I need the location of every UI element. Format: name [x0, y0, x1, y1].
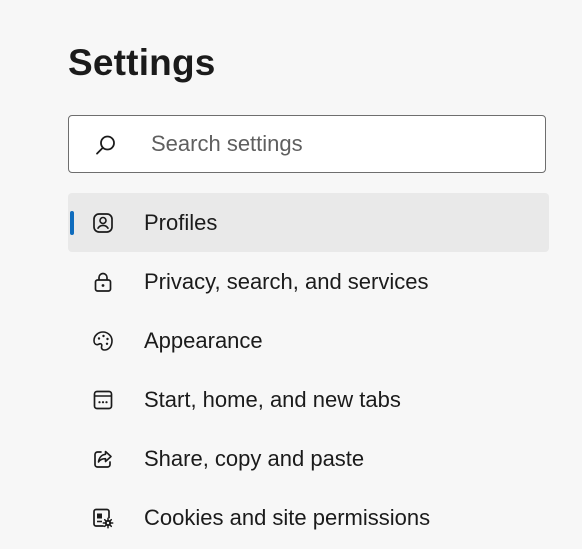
- sidebar-item-label: Cookies and site permissions: [144, 504, 431, 530]
- settings-nav: Profiles Privacy, search, and services A…: [68, 193, 549, 547]
- search-icon: [95, 134, 117, 156]
- sidebar-item-label: Profiles: [144, 209, 218, 235]
- palette-icon: [91, 329, 115, 353]
- selection-indicator: [70, 211, 74, 235]
- profile-icon: [91, 211, 115, 235]
- sidebar-item-label: Privacy, search, and services: [144, 268, 429, 294]
- lock-icon: [91, 270, 115, 294]
- sidebar-item-appearance[interactable]: Appearance: [68, 311, 549, 370]
- start-page-icon: [91, 388, 115, 412]
- share-icon: [91, 447, 115, 471]
- site-permissions-icon: [91, 506, 115, 530]
- sidebar-item-privacy[interactable]: Privacy, search, and services: [68, 252, 549, 311]
- sidebar-item-cookies-site-permissions[interactable]: Cookies and site permissions: [68, 488, 549, 547]
- sidebar-item-label: Appearance: [144, 327, 263, 353]
- sidebar-item-profiles[interactable]: Profiles: [68, 193, 549, 252]
- search-input[interactable]: [151, 116, 531, 172]
- sidebar-item-label: Start, home, and new tabs: [144, 386, 401, 412]
- sidebar-item-share-copy-paste[interactable]: Share, copy and paste: [68, 429, 549, 488]
- sidebar-item-label: Share, copy and paste: [144, 445, 365, 471]
- page-title: Settings: [68, 42, 216, 83]
- sidebar-item-start-home-new-tabs[interactable]: Start, home, and new tabs: [68, 370, 549, 429]
- settings-sidebar: Settings Profiles: [0, 0, 582, 549]
- search-box[interactable]: [68, 115, 546, 173]
